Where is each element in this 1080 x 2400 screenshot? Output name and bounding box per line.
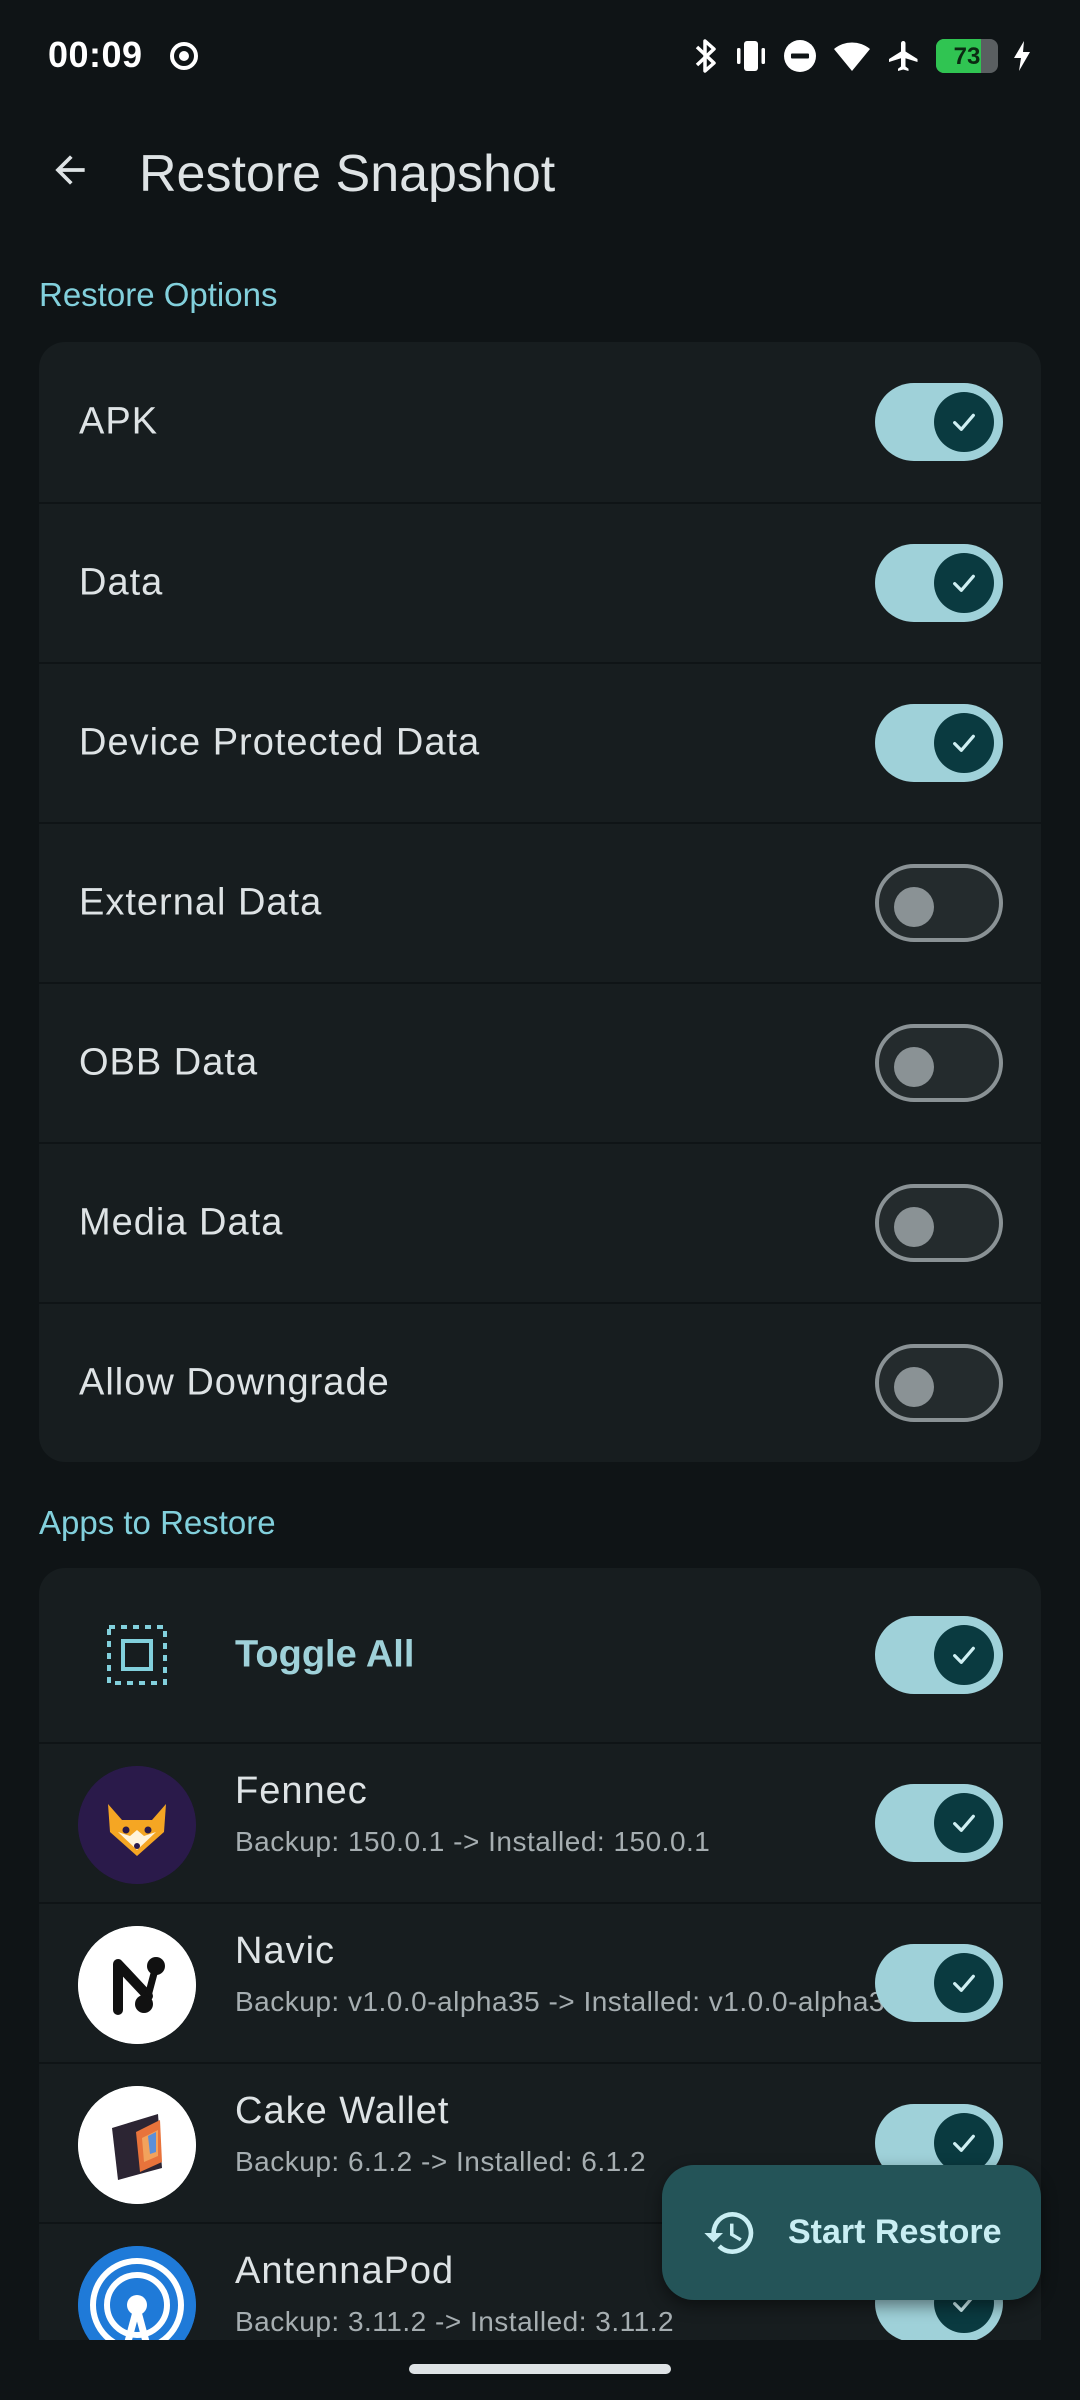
option-label: Data [79, 561, 164, 604]
option-label: OBB Data [79, 1041, 259, 1084]
restore-options-label: Restore Options [39, 276, 278, 313]
history-icon [704, 2211, 754, 2254]
charging-icon [1014, 41, 1030, 71]
check-icon [934, 553, 994, 613]
check-icon [934, 392, 994, 452]
option-media-data[interactable]: Media Data [39, 1142, 1041, 1302]
toggle-all-switch[interactable] [875, 1616, 1003, 1694]
battery-level: 73 [953, 43, 981, 70]
arrow-back-icon [55, 155, 85, 185]
fennec-fox-icon [78, 1766, 196, 1884]
vibrate-icon [737, 41, 765, 71]
top-app-bar: Restore Snapshot [0, 112, 1080, 232]
app-version-detail: Backup: v1.0.0-alpha35 -> Installed: v1.… [235, 1986, 902, 2017]
toggle-all-row[interactable]: Toggle All [39, 1568, 1041, 1742]
toggle-all-label: Toggle All [235, 1633, 415, 1676]
option-label: Allow Downgrade [79, 1361, 390, 1404]
airplane-icon [889, 41, 918, 71]
app-name: Cake Wallet [235, 2090, 450, 2132]
app-name: AntennaPod [235, 2250, 455, 2292]
app-version-detail: Backup: 150.0.1 -> Installed: 150.0.1 [235, 1826, 711, 1857]
app-row-fennec[interactable]: Fennec Backup: 150.0.1 -> Installed: 150… [39, 1742, 1041, 1902]
option-label: Device Protected Data [79, 721, 481, 764]
option-external-data[interactable]: External Data [39, 822, 1041, 982]
option-label: APK [79, 400, 159, 443]
device-protected-data-switch[interactable] [875, 704, 1003, 782]
dnd-icon [784, 40, 816, 72]
status-icons: 73 [692, 36, 1032, 76]
screen: 00:09 73 Restore Snapshot Restore Option… [0, 0, 1080, 2400]
back-button[interactable] [38, 138, 102, 202]
obb-data-switch[interactable] [875, 1024, 1003, 1102]
media-data-switch[interactable] [875, 1184, 1003, 1262]
option-obb-data[interactable]: OBB Data [39, 982, 1041, 1142]
status-bar: 00:09 73 [0, 0, 1080, 112]
data-switch[interactable] [875, 544, 1003, 622]
home-indicator[interactable] [409, 2364, 671, 2374]
allow-downgrade-switch[interactable] [875, 1344, 1003, 1422]
restore-options-card: APK Data Device Protected Data External … [39, 342, 1041, 1462]
external-data-switch[interactable] [875, 864, 1003, 942]
option-data[interactable]: Data [39, 502, 1041, 662]
app-name: Fennec [235, 1770, 368, 1812]
check-icon [934, 1793, 994, 1853]
record-icon [170, 42, 198, 70]
check-icon [934, 2113, 994, 2173]
apk-switch[interactable] [875, 383, 1003, 461]
navic-icon [78, 1926, 196, 2044]
app-version-detail: Backup: 3.11.2 -> Installed: 3.11.2 [235, 2306, 675, 2337]
select-all-icon [78, 1596, 196, 1714]
fennec-switch[interactable] [875, 1784, 1003, 1862]
check-icon [934, 1953, 994, 2013]
option-apk[interactable]: APK [39, 342, 1041, 502]
bluetooth-icon [695, 39, 716, 73]
start-restore-button[interactable]: Start Restore [662, 2165, 1041, 2300]
check-icon [934, 1625, 994, 1685]
wifi-icon [834, 42, 870, 71]
cake-wallet-icon [78, 2086, 196, 2204]
option-allow-downgrade[interactable]: Allow Downgrade [39, 1302, 1041, 1462]
apps-to-restore-label: Apps to Restore [39, 1504, 276, 1541]
start-restore-label: Start Restore [788, 2213, 1002, 2251]
antennapod-icon [78, 2246, 196, 2340]
check-icon [934, 713, 994, 773]
option-device-protected-data[interactable]: Device Protected Data [39, 662, 1041, 822]
navic-switch[interactable] [875, 1944, 1003, 2022]
app-name: Navic [235, 1930, 336, 1972]
app-row-navic[interactable]: Navic Backup: v1.0.0-alpha35 -> Installe… [39, 1902, 1041, 2062]
page-title: Restore Snapshot [139, 145, 556, 203]
option-label: Media Data [79, 1201, 284, 1244]
battery-icon: 73 [936, 39, 998, 73]
status-time: 00:09 [48, 34, 143, 75]
option-label: External Data [79, 881, 323, 924]
